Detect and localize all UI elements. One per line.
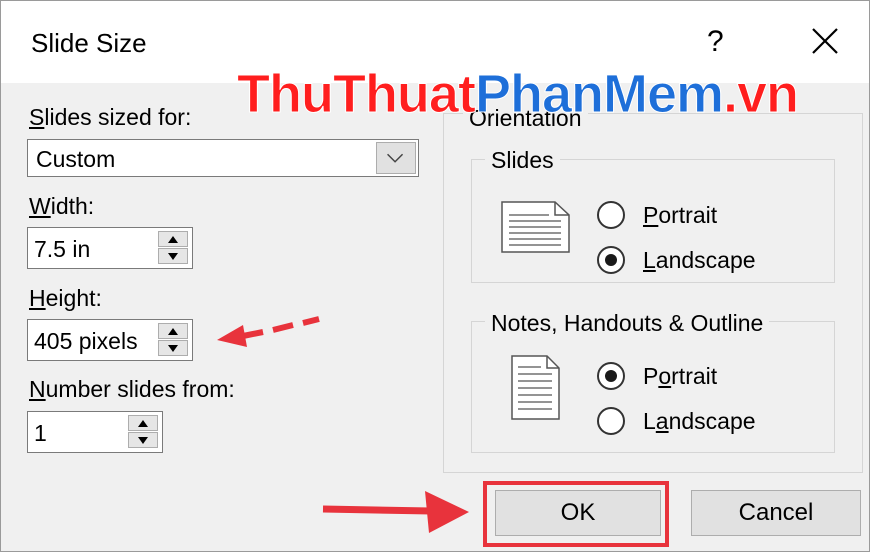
caret-down-icon [138, 437, 148, 444]
notes-portrait-label[interactable]: Portrait [643, 363, 717, 390]
ok-highlight-box [483, 481, 669, 547]
landscape-page-icon [501, 201, 570, 253]
width-spinner[interactable]: 7.5 in [27, 227, 193, 269]
width-increment-button[interactable] [158, 231, 188, 247]
caret-up-icon [168, 236, 178, 243]
number-slides-from-label: Number slides from: [29, 376, 235, 402]
slides-landscape-radio[interactable] [597, 246, 625, 274]
help-button[interactable]: ? [707, 25, 724, 59]
notes-group-label: Notes, Handouts & Outline [485, 310, 770, 337]
slides-group-label: Slides [485, 147, 560, 174]
cancel-button[interactable]: Cancel [691, 490, 861, 536]
ok-arrow-annotation [322, 491, 469, 533]
caret-up-icon [138, 420, 148, 427]
caret-down-icon [168, 253, 178, 260]
dropdown-button[interactable] [376, 142, 416, 174]
number-slides-value: 1 [34, 420, 47, 446]
height-decrement-button[interactable] [158, 340, 188, 356]
height-spinner[interactable]: 405 pixels [27, 319, 193, 361]
number-decrement-button[interactable] [128, 432, 158, 448]
number-increment-button[interactable] [128, 415, 158, 431]
slides-portrait-radio[interactable] [597, 201, 625, 229]
notes-portrait-radio[interactable] [597, 362, 625, 390]
notes-landscape-radio[interactable] [597, 407, 625, 435]
width-label: Width: [29, 193, 95, 219]
slide-size-dialog: Slide Size ? Slides sized for: Custom Wi… [0, 0, 870, 552]
caret-down-icon [168, 345, 178, 352]
number-slides-spinner[interactable]: 1 [27, 411, 163, 453]
height-label: Height: [29, 285, 102, 311]
dialog-title: Slide Size [31, 28, 147, 58]
width-decrement-button[interactable] [158, 248, 188, 264]
slides-portrait-label[interactable]: Portrait [643, 202, 717, 229]
watermark-logo: ThuThuatPhanMem.vn [237, 64, 800, 125]
caret-up-icon [168, 328, 178, 335]
portrait-page-icon [511, 355, 560, 420]
notes-landscape-label[interactable]: Landscape [643, 408, 756, 435]
slides-landscape-label[interactable]: Landscape [643, 247, 756, 274]
chevron-down-icon [387, 153, 404, 163]
width-value: 7.5 in [34, 236, 91, 262]
close-icon[interactable] [807, 23, 843, 59]
slides-sized-for-dropdown[interactable]: Custom [27, 139, 419, 177]
height-arrow-annotation [217, 316, 320, 347]
slides-sized-for-label: Slides sized for: [29, 104, 192, 130]
height-value: 405 pixels [34, 328, 138, 354]
height-increment-button[interactable] [158, 323, 188, 339]
slides-sized-for-value: Custom [36, 146, 116, 172]
